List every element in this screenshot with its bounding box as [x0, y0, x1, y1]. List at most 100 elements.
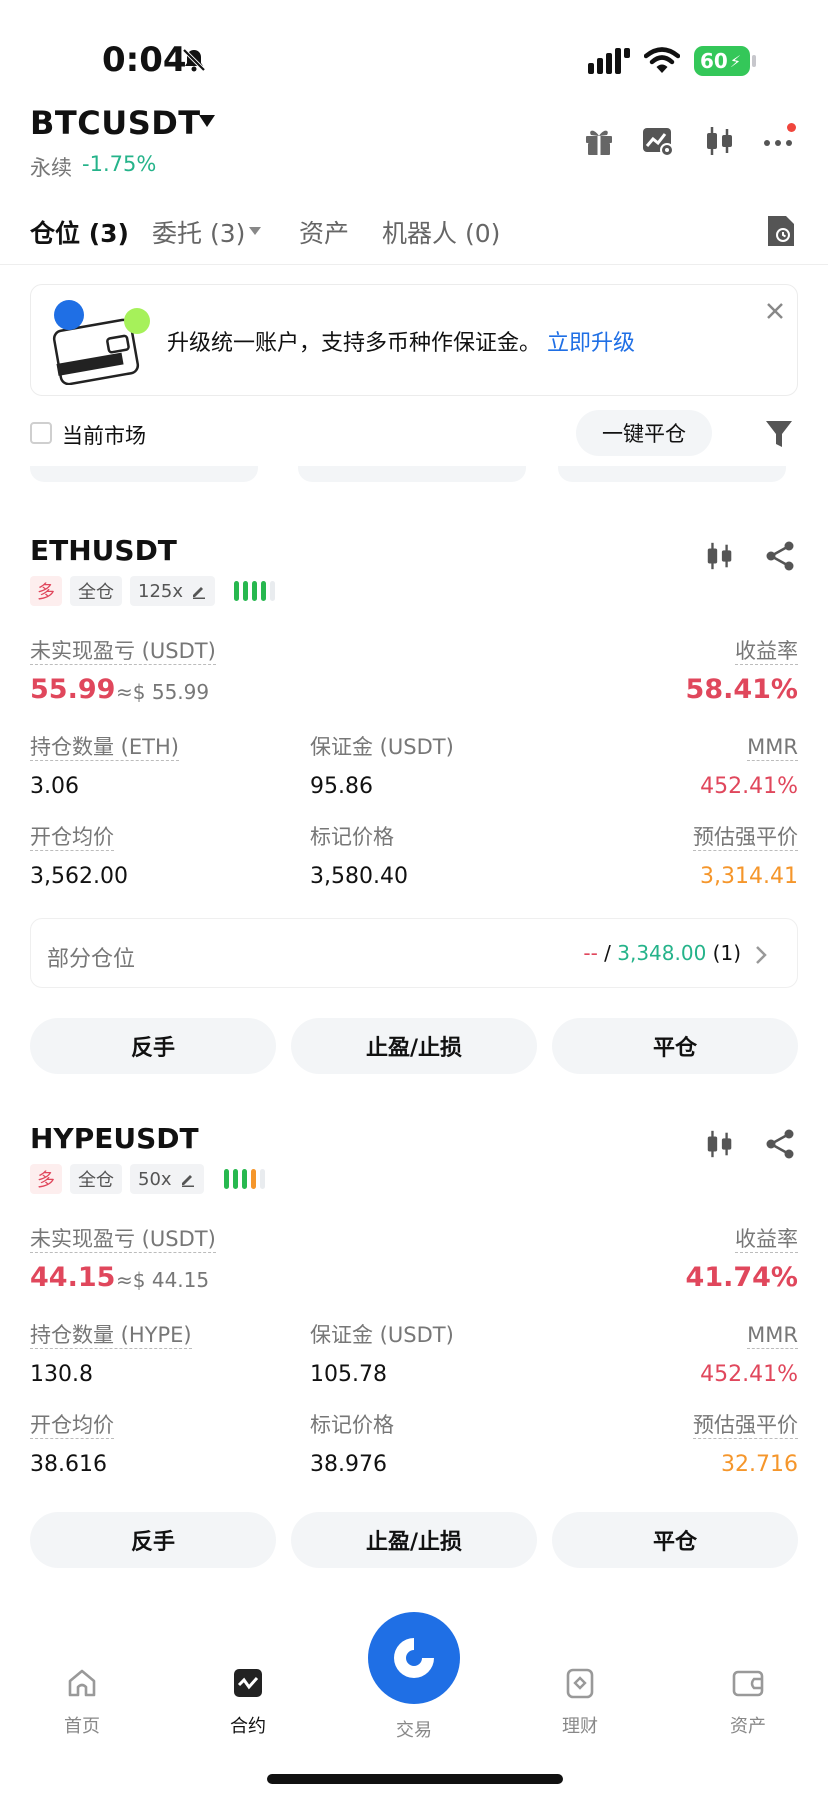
- margin-mode-badge: 全仓: [70, 576, 122, 606]
- liq-price-label[interactable]: 预估强平价: [693, 824, 798, 851]
- leverage-badge[interactable]: 125x: [130, 576, 216, 606]
- unrealized-pnl-usd: ≈$ 55.99: [116, 680, 210, 704]
- edit-icon[interactable]: [180, 1171, 196, 1187]
- share-icon[interactable]: [764, 1128, 796, 1160]
- pair-selector[interactable]: BTCUSDT: [30, 104, 201, 142]
- reverse-button[interactable]: 反手: [30, 1018, 276, 1074]
- roe-value: 41.74%: [685, 1262, 798, 1293]
- leverage-badge[interactable]: 50x: [130, 1164, 204, 1194]
- upgrade-banner[interactable]: 升级统一账户，支持多币种作保证金。 立即升级: [30, 284, 798, 396]
- liq-price-value: 3,314.41: [700, 864, 798, 889]
- reverse-button[interactable]: 反手: [30, 1512, 276, 1568]
- partial-position-row[interactable]: 部分仓位 -- / 3,348.00 (1): [30, 918, 798, 988]
- home-indicator: [267, 1774, 563, 1784]
- perpetual-label: 永续: [30, 156, 72, 180]
- side-badge: 多: [30, 1164, 62, 1194]
- tpsl-button[interactable]: 止盈/止损: [291, 1512, 537, 1568]
- position-card: HYPEUSDT 多 全仓 50x 未实现盈亏 (USDT) 收益率 44.15…: [0, 1122, 828, 1582]
- close-position-button[interactable]: 平仓: [552, 1018, 798, 1074]
- risk-bar: [243, 581, 248, 601]
- mmr-label[interactable]: MMR: [747, 734, 798, 761]
- liq-price-label[interactable]: 预估强平价: [693, 1412, 798, 1439]
- entry-price-value: 3,562.00: [30, 864, 128, 889]
- bell-muted-icon: [182, 48, 206, 72]
- mark-price-label: 标记价格: [310, 1413, 394, 1437]
- entry-price-label[interactable]: 开仓均价: [30, 824, 114, 851]
- position-size-value: 130.8: [30, 1362, 93, 1387]
- partial-count: (1): [706, 941, 741, 965]
- risk-bar: [234, 581, 239, 601]
- close-icon[interactable]: [763, 299, 787, 323]
- position-size-label[interactable]: 持仓数量 (ETH): [30, 734, 179, 761]
- tab-assets[interactable]: 资产: [299, 214, 349, 250]
- position-size-label[interactable]: 持仓数量 (HYPE): [30, 1322, 192, 1349]
- candlestick-icon[interactable]: [704, 540, 736, 572]
- tabs-divider: [0, 264, 828, 265]
- earn-icon: [566, 1668, 594, 1699]
- nav-label: 理财: [562, 1716, 598, 1737]
- unrealized-pnl-label[interactable]: 未实现盈亏 (USDT): [30, 1226, 216, 1253]
- nav-label: 首页: [64, 1716, 100, 1737]
- entry-price-value: 38.616: [30, 1452, 107, 1477]
- unrealized-pnl-label[interactable]: 未实现盈亏 (USDT): [30, 638, 216, 665]
- position-size-value: 3.06: [30, 774, 79, 799]
- risk-bar: [252, 581, 257, 601]
- margin-label: 保证金 (USDT): [310, 735, 454, 759]
- edit-icon[interactable]: [191, 583, 207, 599]
- mmr-label[interactable]: MMR: [747, 1322, 798, 1349]
- upgrade-link[interactable]: 立即升级: [547, 331, 635, 356]
- nav-label[interactable]: 交易: [354, 1716, 474, 1742]
- nav-assets[interactable]: 资产: [688, 1666, 808, 1738]
- status-bar: 0:04 60 ⚡: [0, 0, 828, 110]
- risk-bar: [242, 1169, 247, 1189]
- trade-icon: [394, 1638, 434, 1678]
- filter-icon[interactable]: [764, 418, 794, 450]
- nav-home[interactable]: 首页: [22, 1666, 142, 1738]
- nav-label: 合约: [230, 1716, 266, 1737]
- status-time: 0:04: [102, 40, 187, 80]
- tpsl-button[interactable]: 止盈/止损: [291, 1018, 537, 1074]
- chart-settings-icon[interactable]: [641, 124, 675, 158]
- previous-card-peek: [558, 466, 786, 482]
- home-icon: [68, 1669, 96, 1697]
- caret-down-icon[interactable]: [248, 226, 262, 236]
- leverage-value: 125x: [138, 580, 184, 602]
- banner-message: 升级统一账户，支持多币种作保证金。 立即升级: [167, 325, 635, 357]
- leverage-value: 50x: [138, 1168, 172, 1190]
- battery-tip: [752, 55, 756, 67]
- previous-card-peek: [30, 466, 258, 482]
- wallet-illustration-icon: [52, 300, 150, 385]
- mmr-value: 452.41%: [700, 1362, 798, 1387]
- partial-tp-value: --: [583, 941, 598, 965]
- tab-orders[interactable]: 委托 (3): [152, 214, 245, 250]
- close-all-button[interactable]: 一键平仓: [576, 410, 712, 456]
- risk-bar: [233, 1169, 238, 1189]
- partial-sl-value: 3,348.00: [617, 941, 707, 965]
- tab-bots[interactable]: 机器人 (0): [382, 214, 500, 250]
- roe-label[interactable]: 收益率: [735, 1226, 798, 1253]
- margin-mode-badge: 全仓: [70, 1164, 122, 1194]
- history-document-icon[interactable]: [766, 214, 796, 248]
- risk-level-bars: [234, 581, 275, 601]
- close-position-button[interactable]: 平仓: [552, 1512, 798, 1568]
- trade-button[interactable]: [368, 1612, 460, 1704]
- position-symbol[interactable]: ETHUSDT: [30, 534, 177, 567]
- caret-down-icon[interactable]: [198, 114, 216, 128]
- gift-icon[interactable]: [582, 124, 616, 158]
- chevron-right-icon[interactable]: [755, 945, 767, 965]
- side-badge: 多: [30, 576, 62, 606]
- current-market-checkbox[interactable]: [30, 422, 52, 444]
- roe-label[interactable]: 收益率: [735, 638, 798, 665]
- margin-value: 95.86: [310, 774, 373, 799]
- banner-text: 升级统一账户，支持多币种作保证金。: [167, 331, 542, 356]
- nav-futures[interactable]: 合约: [188, 1666, 308, 1738]
- partial-tpsl-values: -- / 3,348.00 (1): [583, 941, 741, 965]
- candlestick-icon[interactable]: [704, 1128, 736, 1160]
- candlestick-icon[interactable]: [703, 124, 737, 158]
- tab-positions[interactable]: 仓位 (3): [30, 214, 129, 250]
- nav-earn[interactable]: 理财: [520, 1666, 640, 1738]
- share-icon[interactable]: [764, 540, 796, 572]
- current-market-label[interactable]: 当前市场: [62, 420, 146, 450]
- position-symbol[interactable]: HYPEUSDT: [30, 1122, 199, 1155]
- entry-price-label[interactable]: 开仓均价: [30, 1412, 114, 1439]
